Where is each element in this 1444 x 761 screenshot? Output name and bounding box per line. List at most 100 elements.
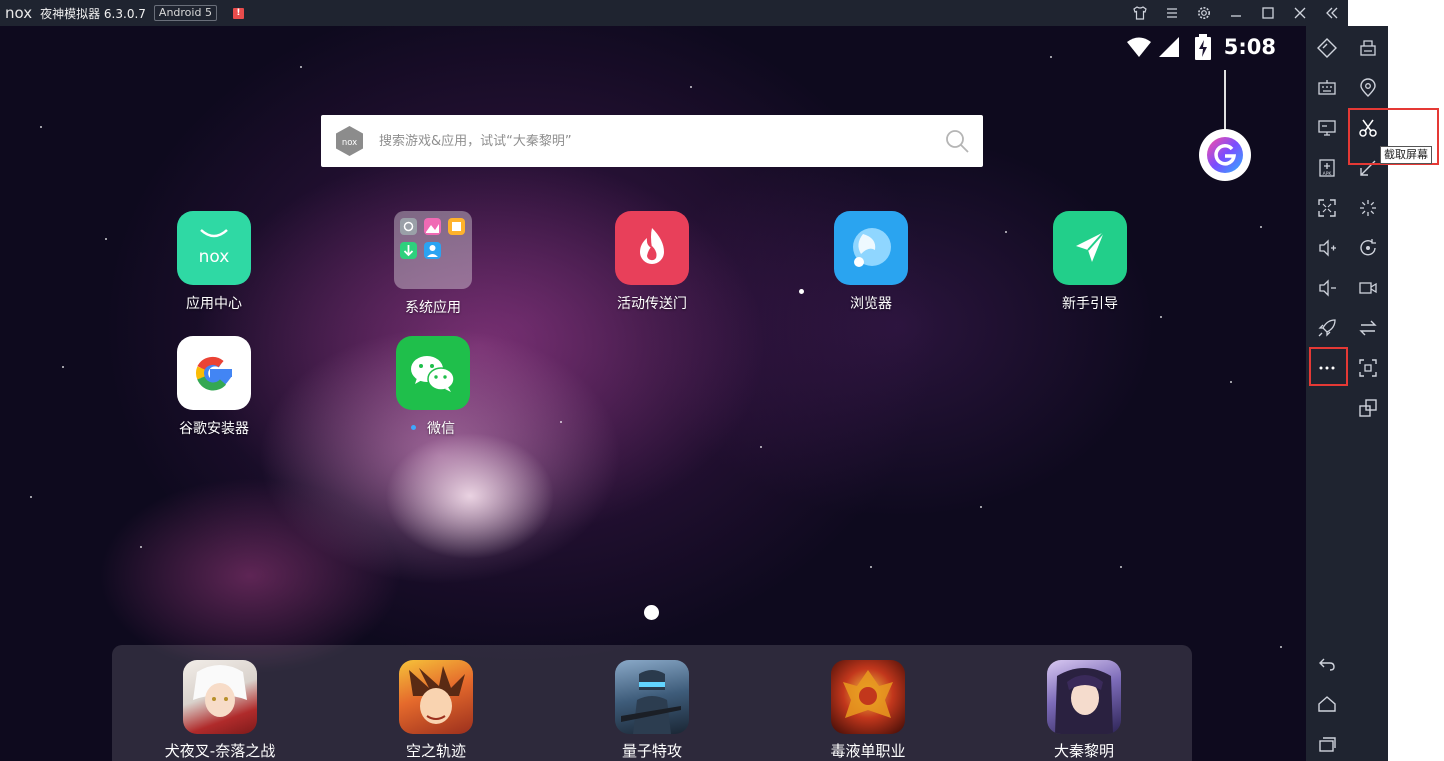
svg-text:nox: nox xyxy=(342,138,357,148)
recent-apps-button[interactable] xyxy=(1307,724,1347,761)
record-video-button[interactable] xyxy=(1348,268,1388,308)
app-label: 谷歌安装器 xyxy=(179,421,249,437)
status-bar: 5:08 xyxy=(1126,34,1276,60)
window-controls xyxy=(1124,0,1348,26)
page-indicator-dot[interactable] xyxy=(644,605,659,620)
loading-button[interactable] xyxy=(1348,188,1388,228)
search-input[interactable] xyxy=(379,133,919,149)
video-camera-icon xyxy=(1359,282,1377,294)
status-clock: 5:08 xyxy=(1223,35,1276,59)
dock-app-label: 犬夜叉-奈落之战 xyxy=(164,742,276,760)
browser-globe-icon xyxy=(834,211,908,285)
main-toolbar: APK xyxy=(1306,26,1348,761)
location-pin-icon xyxy=(1360,78,1376,97)
multi-window-icon xyxy=(1359,399,1377,417)
alert-icon[interactable]: ! xyxy=(232,7,244,19)
daqin-game-icon xyxy=(1047,660,1121,734)
title-bar: nox 夜神模拟器 6.3.0.7 Android 5 ! xyxy=(0,0,1348,26)
swap-arrows-icon xyxy=(1359,320,1377,336)
browser-app[interactable]: 浏览器 xyxy=(811,211,931,313)
app-label: 应用中心 xyxy=(186,296,242,312)
minimize-icon[interactable] xyxy=(1220,0,1252,26)
monitor-icon xyxy=(1318,120,1336,136)
app-center[interactable]: nox 应用中心 xyxy=(154,211,274,313)
app-label: 活动传送门 xyxy=(617,296,687,312)
close-icon[interactable] xyxy=(1284,0,1316,26)
game-assistant-button[interactable] xyxy=(1199,129,1251,181)
google-installer-app[interactable]: 谷歌安装器 xyxy=(154,336,274,438)
game-sky-trail[interactable]: 空之轨迹 xyxy=(366,660,506,761)
paper-plane-icon xyxy=(1053,211,1127,285)
install-apk-button[interactable]: APK xyxy=(1307,148,1347,188)
google-g-icon xyxy=(177,336,251,410)
window-title: 夜神模拟器 6.3.0.7 xyxy=(40,6,146,21)
app-label: 系统应用 xyxy=(405,300,461,316)
search-bar[interactable]: nox xyxy=(321,115,983,167)
activity-portal-app[interactable]: 活动传送门 xyxy=(592,211,712,313)
dock-app-label: 量子特攻 xyxy=(621,742,682,760)
system-apps-folder[interactable]: 系统应用 xyxy=(373,211,493,317)
nox-hexagon-icon: nox xyxy=(336,126,363,156)
scan-button[interactable] xyxy=(1348,348,1388,388)
keyboard-icon xyxy=(1318,80,1336,95)
wifi-icon xyxy=(1126,37,1151,57)
apk-icon: APK xyxy=(1319,159,1335,177)
back-button[interactable] xyxy=(1307,644,1347,684)
game-inuyasha[interactable]: 犬夜叉-奈落之战 xyxy=(150,660,290,761)
app-label-row: 微信 xyxy=(373,418,493,438)
fullscreen-button[interactable] xyxy=(1307,188,1347,228)
menu-icon[interactable] xyxy=(1156,0,1188,26)
volume-up-icon xyxy=(1319,239,1336,257)
recent-apps-icon xyxy=(1319,737,1336,752)
collapse-toolbar-icon[interactable] xyxy=(1316,0,1348,26)
settings-gear-icon[interactable] xyxy=(1188,0,1220,26)
search-icon[interactable] xyxy=(945,129,969,153)
app-center-icon: nox xyxy=(177,211,251,285)
macro-refresh-icon xyxy=(1360,239,1376,256)
android-home-screen[interactable]: 5:08 nox nox 应用中心 xyxy=(0,26,1306,761)
macro-button[interactable] xyxy=(1348,228,1388,268)
volume-up-button[interactable] xyxy=(1307,228,1347,268)
volume-down-button[interactable] xyxy=(1307,268,1347,308)
game-daqin-dawn[interactable]: 大秦黎明 xyxy=(1014,660,1154,761)
svg-text:APK: APK xyxy=(1323,171,1333,177)
new-install-dot xyxy=(411,424,416,430)
dock-app-label: 空之轨迹 xyxy=(405,742,466,760)
dock-app-label: 毒液单职业 xyxy=(830,742,906,760)
title-bar-right-blank xyxy=(1348,0,1444,26)
svg-text:nox: nox xyxy=(199,247,230,267)
venom-game-icon xyxy=(831,660,905,734)
assistant-g-icon xyxy=(1207,137,1243,173)
shake-button[interactable] xyxy=(1348,28,1388,68)
nox-emulator-window: nox 夜神模拟器 6.3.0.7 Android 5 ! 5:08 nox 搜… xyxy=(0,0,1444,761)
screenshot-tooltip: 截取屏幕 xyxy=(1380,146,1432,164)
virtual-location-button[interactable] xyxy=(1348,68,1388,108)
dock: 犬夜叉-奈落之战 空之轨迹 量子特攻 毒液单职业 大秦黎明 xyxy=(112,645,1192,761)
folder-icon xyxy=(394,211,472,289)
home-button[interactable] xyxy=(1307,684,1347,724)
app-label: 新手引导 xyxy=(1062,296,1118,312)
scan-frame-icon xyxy=(1359,359,1377,377)
keyboard-button[interactable] xyxy=(1307,68,1347,108)
printer-icon xyxy=(1360,40,1376,56)
key-mapping-button[interactable] xyxy=(1307,28,1347,68)
multi-instance-button[interactable] xyxy=(1348,388,1388,428)
inuyasha-game-icon xyxy=(183,660,257,734)
assistant-tether xyxy=(1224,70,1226,132)
game-venom-class[interactable]: 毒液单职业 xyxy=(798,660,938,761)
wechat-app[interactable]: 微信 xyxy=(373,336,493,438)
rocket-icon xyxy=(1318,319,1336,337)
home-icon xyxy=(1318,696,1336,712)
beginner-guide-app[interactable]: 新手引导 xyxy=(1030,211,1150,313)
android-version-badge: Android 5 xyxy=(153,5,217,21)
skin-shirt-icon[interactable] xyxy=(1124,0,1156,26)
wechat-icon xyxy=(396,336,470,410)
speedup-button[interactable] xyxy=(1307,308,1347,348)
game-quantum-strike[interactable]: 量子特攻 xyxy=(582,660,722,761)
file-sharing-button[interactable] xyxy=(1348,308,1388,348)
fullscreen-icon xyxy=(1318,199,1336,217)
flame-icon xyxy=(615,211,689,285)
maximize-icon[interactable] xyxy=(1252,0,1284,26)
display-button[interactable] xyxy=(1307,108,1347,148)
quantum-strike-game-icon xyxy=(615,660,689,734)
